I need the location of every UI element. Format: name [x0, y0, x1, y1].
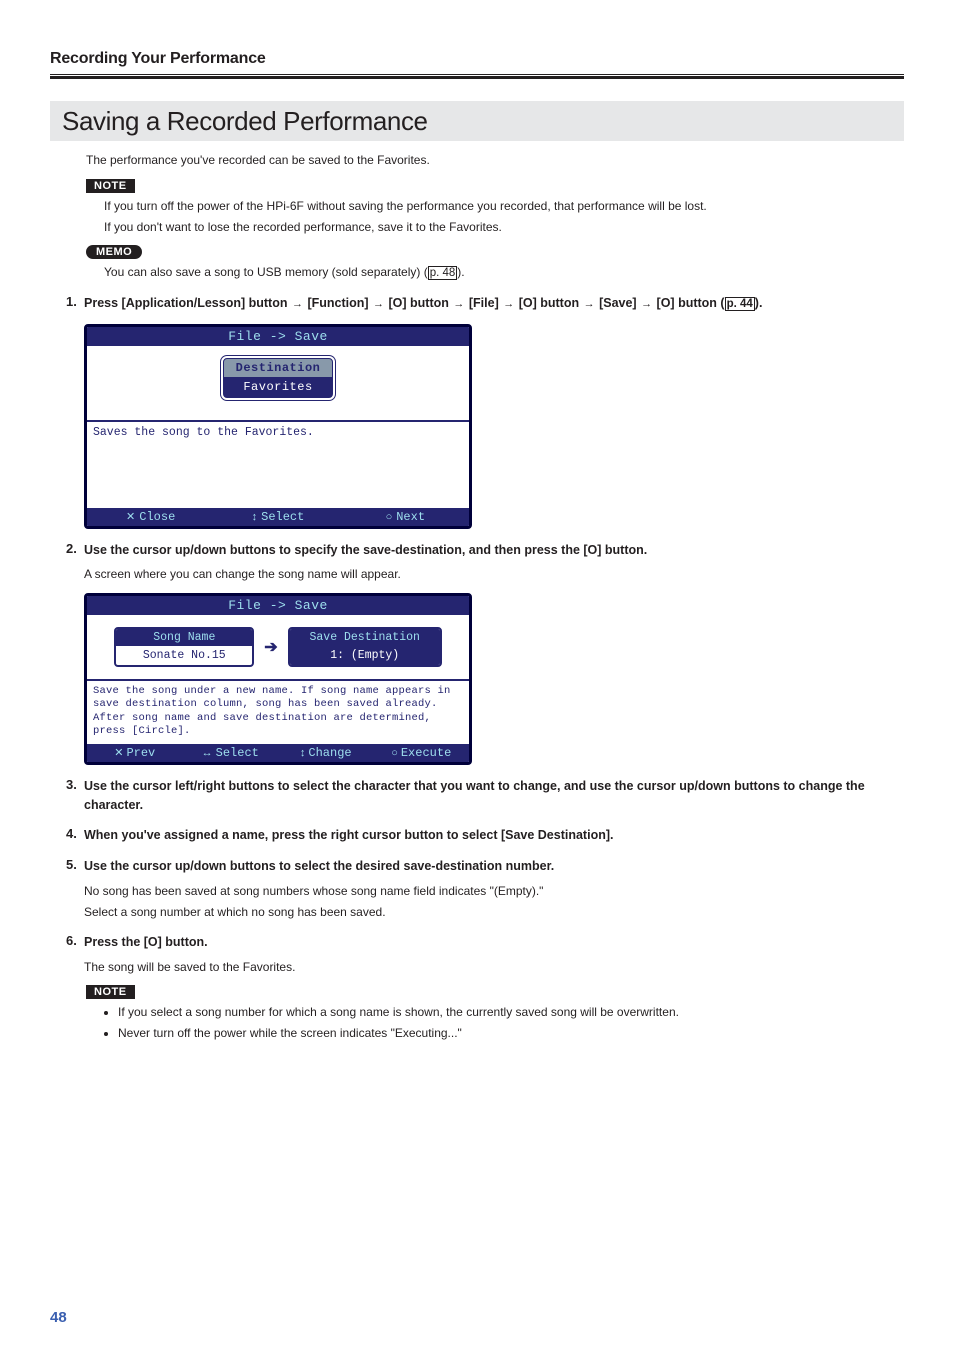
next-action[interactable]: ○Next	[342, 510, 469, 524]
song-name-box[interactable]: Song Name Sonate No.15	[114, 627, 254, 667]
step-6-number: 6.	[66, 933, 84, 952]
destination-label: Destination	[224, 359, 332, 377]
updown-icon: ↕	[300, 747, 306, 759]
arrow-icon: →	[452, 298, 465, 310]
screen-info-text-2: Save the song under a new name. If song …	[87, 679, 469, 744]
select-action[interactable]: ↕Select	[214, 510, 341, 524]
leftright-icon: ↔	[202, 747, 213, 759]
destination-value: Favorites	[224, 377, 332, 397]
destination-selector[interactable]: Destination Favorites	[223, 358, 333, 398]
circle-icon: ○	[391, 747, 398, 759]
arrow-icon: →	[640, 298, 653, 310]
step-6-sub: The song will be saved to the Favorites.	[84, 958, 904, 976]
arrow-icon: →	[502, 298, 515, 310]
step-6-text: Press the [O] button.	[84, 933, 904, 952]
page-ref-48[interactable]: p. 48	[428, 266, 458, 280]
note-badge-2: NOTE	[86, 985, 135, 999]
intro-text: The performance you've recorded can be s…	[86, 151, 904, 169]
x-icon: ✕	[114, 746, 123, 759]
arrow-right-icon: ➔	[264, 637, 277, 657]
song-name-value: Sonate No.15	[116, 646, 252, 665]
note-badge: NOTE	[86, 179, 135, 193]
page-number: 48	[50, 1309, 67, 1326]
change-action[interactable]: ↕Change	[278, 746, 374, 760]
step-5-sub-1: No song has been saved at song numbers w…	[84, 882, 904, 900]
memo-badge: MEMO	[86, 245, 142, 259]
device-screenshot-songname: File -> Save Song Name Sonate No.15 ➔ Sa…	[84, 593, 472, 765]
step-5-sub-2: Select a song number at which no song ha…	[84, 903, 904, 921]
step-3-number: 3.	[66, 777, 84, 815]
step-4-number: 4.	[66, 826, 84, 845]
step-2-sub: A screen where you can change the song n…	[84, 565, 904, 583]
select-action-2[interactable]: ↔Select	[183, 746, 279, 760]
note-line-2: If you don't want to lose the recorded p…	[104, 218, 904, 236]
step-3-text: Use the cursor left/right buttons to sel…	[84, 777, 904, 815]
section-title: Saving a Recorded Performance	[62, 106, 428, 137]
step-5-text: Use the cursor up/down buttons to select…	[84, 857, 904, 876]
section-heading: Saving a Recorded Performance	[50, 101, 904, 141]
execute-action[interactable]: ○Execute	[374, 746, 470, 760]
rule-thick	[50, 76, 904, 79]
note-2-bullet-2: Never turn off the power while the scree…	[118, 1024, 904, 1043]
arrow-icon: →	[583, 298, 596, 310]
step-4-text: When you've assigned a name, press the r…	[84, 826, 904, 845]
note-line-1: If you turn off the power of the HPi-6F …	[104, 197, 904, 215]
screen-title-2: File -> Save	[87, 596, 469, 615]
memo-line: You can also save a song to USB memory (…	[104, 263, 904, 282]
arrow-icon: →	[291, 298, 304, 310]
screen-info-text: Saves the song to the Favorites.	[87, 420, 469, 508]
x-icon: ✕	[126, 510, 135, 523]
arrow-icon: →	[372, 298, 385, 310]
step-5-number: 5.	[66, 857, 84, 876]
save-destination-header: Save Destination	[290, 629, 440, 646]
page-ref-44[interactable]: p. 44	[725, 297, 755, 311]
rule-thin	[50, 74, 904, 75]
step-1-number: 1.	[66, 294, 84, 313]
save-destination-box[interactable]: Save Destination 1: (Empty)	[288, 627, 442, 667]
updown-icon: ↕	[252, 511, 258, 523]
breadcrumb: Recording Your Performance	[50, 50, 904, 72]
step-1-text: Press [Application/Lesson] button → [Fun…	[84, 294, 904, 313]
save-destination-value: 1: (Empty)	[290, 646, 440, 665]
close-action[interactable]: ✕Close	[87, 510, 214, 524]
note-2-bullet-1: If you select a song number for which a …	[118, 1003, 904, 1022]
step-2-text: Use the cursor up/down buttons to specif…	[84, 541, 904, 560]
prev-action[interactable]: ✕Prev	[87, 746, 183, 760]
device-screenshot-destination: File -> Save Destination Favorites Saves…	[84, 324, 472, 529]
step-2-number: 2.	[66, 541, 84, 560]
screen-title: File -> Save	[87, 327, 469, 346]
circle-icon: ○	[386, 511, 393, 523]
song-name-header: Song Name	[116, 629, 252, 646]
